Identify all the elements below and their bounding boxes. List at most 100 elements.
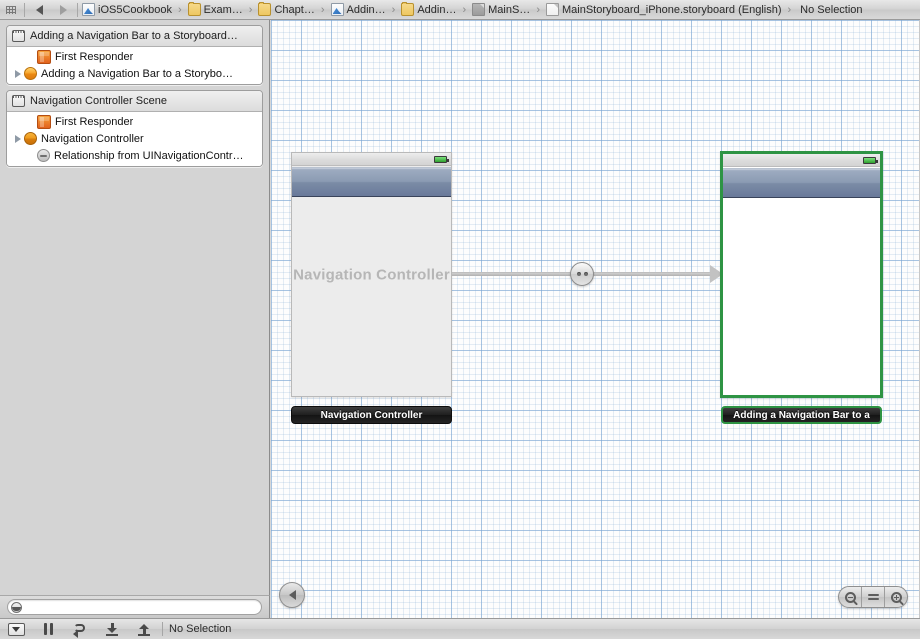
battery-icon bbox=[434, 156, 449, 163]
navigate-forward-button[interactable] bbox=[51, 0, 75, 20]
folder-icon bbox=[187, 2, 201, 16]
breadcrumb-separator: › bbox=[536, 3, 540, 16]
status-bar bbox=[723, 154, 880, 167]
breadcrumb-item-chapter[interactable]: Chapt… bbox=[256, 0, 316, 20]
breadcrumb-separator: › bbox=[391, 3, 396, 16]
relationship-segue-icon[interactable] bbox=[570, 262, 594, 286]
jump-bar-grip[interactable] bbox=[0, 0, 22, 20]
continue-button[interactable] bbox=[64, 619, 96, 639]
scheme-popup-button[interactable] bbox=[0, 619, 32, 639]
storyboard-doc-icon bbox=[545, 3, 559, 16]
breadcrumb-label: Addin… bbox=[346, 3, 386, 16]
breadcrumb-label: iOS5Cookbook bbox=[98, 3, 172, 16]
xcodeproj-icon bbox=[82, 3, 95, 16]
breadcrumb-item-subproject[interactable]: Addin… bbox=[329, 0, 388, 20]
canvas-zoom-controls bbox=[838, 586, 908, 608]
plaque-label: Navigation Controller bbox=[320, 409, 423, 421]
filter-input[interactable] bbox=[7, 599, 262, 615]
outline-scene-rows: First Responder Navigation Controller Re… bbox=[7, 112, 262, 166]
breadcrumb-item-file-short[interactable]: MainS… bbox=[470, 0, 532, 20]
zoom-out-button[interactable] bbox=[839, 587, 861, 607]
chevron-right-icon bbox=[14, 69, 21, 78]
breadcrumb-label: MainS… bbox=[488, 3, 531, 16]
outline-scene-title: Navigation Controller Scene bbox=[30, 95, 167, 107]
canvas-scene-adding-navigation-bar[interactable] bbox=[720, 151, 883, 398]
outline-row-view-controller[interactable]: Adding a Navigation Bar to a Storybo… bbox=[7, 65, 262, 82]
outline-scene-title: Adding a Navigation Bar to a Storyboard… bbox=[30, 30, 238, 42]
first-responder-icon bbox=[37, 114, 51, 129]
battery-icon bbox=[863, 157, 878, 164]
breadcrumb-separator: › bbox=[320, 3, 325, 16]
outline-row-label: Adding a Navigation Bar to a Storybo… bbox=[41, 67, 234, 80]
canvas-scene-body-label: Navigation Controller bbox=[293, 266, 450, 283]
breadcrumb-separator: › bbox=[462, 3, 467, 16]
scene-icon bbox=[12, 95, 25, 107]
relationship-icon bbox=[37, 149, 50, 162]
outline-scene-header[interactable]: Navigation Controller Scene bbox=[7, 91, 262, 112]
canvas-back-icon[interactable] bbox=[279, 582, 305, 608]
outline-scene-card: Adding a Navigation Bar to a Storyboard…… bbox=[6, 25, 263, 85]
popup-menu-icon bbox=[7, 622, 25, 636]
breadcrumb-label: MainStoryboard_iPhone.storyboard (Englis… bbox=[561, 3, 782, 16]
navigation-bar[interactable] bbox=[723, 168, 880, 198]
breadcrumb-item-project[interactable]: iOS5Cookbook bbox=[80, 0, 174, 20]
breadcrumb-separator: › bbox=[787, 3, 792, 16]
outline-row-label: Relationship from UINavigationContr… bbox=[54, 149, 244, 162]
outline-scene-card: Navigation Controller Scene First Respon… bbox=[6, 90, 263, 167]
divider bbox=[162, 622, 163, 636]
step-out-icon bbox=[138, 623, 150, 636]
zoom-out-icon bbox=[844, 591, 856, 603]
navigation-bar[interactable] bbox=[292, 167, 451, 197]
jump-bar: iOS5Cookbook › Exam… › Chapt… › Addin… ›… bbox=[0, 0, 920, 20]
breadcrumb-item-storyboard[interactable]: MainStoryboard_iPhone.storyboard (Englis… bbox=[544, 0, 784, 20]
breadcrumb-label: No Selection bbox=[800, 3, 863, 16]
disclosure-triangle[interactable] bbox=[11, 134, 24, 143]
folder-icon bbox=[401, 2, 415, 16]
breadcrumb-label: Addin… bbox=[417, 3, 457, 16]
breadcrumb-separator: › bbox=[248, 3, 253, 16]
canvas-scene-navigation-controller[interactable]: Navigation Controller bbox=[291, 152, 452, 397]
breadcrumb-separator: › bbox=[178, 3, 182, 16]
zoom-in-button[interactable] bbox=[884, 587, 907, 607]
outline-row-first-responder[interactable]: First Responder bbox=[7, 113, 262, 130]
first-responder-icon bbox=[37, 49, 51, 64]
zoom-in-icon bbox=[890, 591, 902, 603]
step-into-icon bbox=[106, 622, 118, 636]
divider bbox=[24, 2, 25, 17]
debug-bar: No Selection bbox=[0, 618, 920, 639]
outline-row-first-responder[interactable]: First Responder bbox=[7, 48, 262, 65]
canvas-scene-plaque-adding-navigation-bar[interactable]: Adding a Navigation Bar to a bbox=[721, 406, 882, 424]
zoom-actual-size-button[interactable] bbox=[861, 587, 884, 607]
storyboard-canvas[interactable]: Navigation Controller Navigation Control… bbox=[271, 20, 920, 618]
navigation-controller-icon bbox=[24, 132, 37, 145]
folder-icon bbox=[258, 2, 272, 16]
outline-filter-bar bbox=[0, 595, 270, 618]
outline-row-navigation-controller[interactable]: Navigation Controller bbox=[7, 130, 262, 147]
outline-scene-header[interactable]: Adding a Navigation Bar to a Storyboard… bbox=[7, 26, 262, 47]
breadcrumb-item-group[interactable]: Addin… bbox=[399, 0, 458, 20]
disclosure-triangle[interactable] bbox=[11, 69, 24, 78]
breadcrumb-item-selection[interactable]: No Selection bbox=[795, 0, 864, 20]
outline-scene-rows: First Responder Adding a Navigation Bar … bbox=[7, 47, 262, 84]
outline-row-relationship[interactable]: Relationship from UINavigationContr… bbox=[7, 147, 262, 164]
back-arrow-icon bbox=[35, 4, 43, 15]
plaque-label: Adding a Navigation Bar to a bbox=[733, 409, 870, 421]
step-out-button[interactable] bbox=[128, 619, 160, 639]
breadcrumb-item-examples[interactable]: Exam… bbox=[186, 0, 245, 20]
equals-icon bbox=[867, 594, 879, 600]
outline-row-label: First Responder bbox=[55, 50, 134, 63]
xcodeproj-icon bbox=[330, 3, 344, 16]
breadcrumb-label: Exam… bbox=[203, 3, 243, 16]
canvas-scene-plaque-navigation-controller[interactable]: Navigation Controller bbox=[291, 406, 452, 424]
step-into-button[interactable] bbox=[96, 619, 128, 639]
pause-button[interactable] bbox=[32, 619, 64, 639]
pause-icon bbox=[43, 623, 53, 635]
forward-arrow-icon bbox=[59, 4, 67, 15]
segue-dot bbox=[576, 272, 581, 276]
filter-lens-icon bbox=[11, 601, 22, 613]
segue-dot bbox=[583, 272, 588, 276]
status-bar bbox=[292, 153, 451, 166]
view-controller-icon bbox=[24, 67, 37, 80]
xcode-window: iOS5Cookbook › Exam… › Chapt… › Addin… ›… bbox=[0, 0, 920, 639]
navigate-back-button[interactable] bbox=[27, 0, 51, 20]
